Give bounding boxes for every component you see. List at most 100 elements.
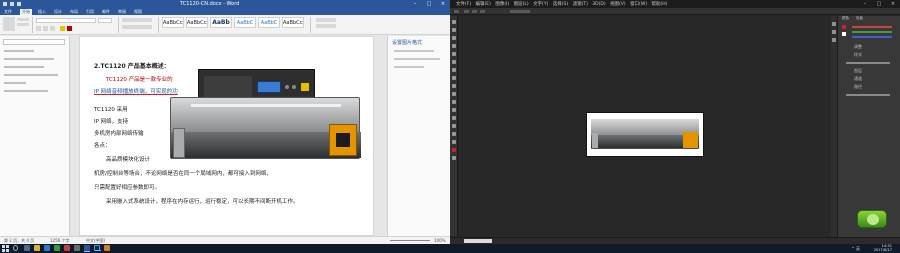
nav-search-input[interactable]	[3, 39, 65, 45]
ps-menu-item[interactable]: 图层(L)	[514, 2, 533, 7]
minimize-button[interactable]: –	[408, 0, 422, 8]
windows-start-icon[interactable]	[2, 245, 9, 252]
ps-maximize-button[interactable]: □	[872, 0, 886, 8]
color-slider[interactable]	[852, 26, 892, 28]
underline-icon[interactable]	[50, 26, 55, 31]
character-panel-icon[interactable]	[832, 38, 836, 42]
font-name-select[interactable]	[36, 18, 96, 23]
lasso-tool-icon[interactable]	[452, 36, 456, 40]
crop-tool-icon[interactable]	[452, 52, 456, 56]
paste-button[interactable]	[3, 17, 15, 31]
document-area[interactable]: 2.TC1120 产品基本概述： TC1120 产品是一款专业的 IP 网络音频…	[71, 36, 387, 236]
save-icon[interactable]	[3, 2, 7, 6]
color-slider[interactable]	[852, 31, 892, 33]
blur-tool-icon[interactable]	[452, 116, 456, 120]
style-heading-2[interactable]: AaBbC	[234, 17, 256, 28]
bold-icon[interactable]	[36, 26, 41, 31]
stamp-tool-icon[interactable]	[452, 84, 456, 88]
app-icon[interactable]	[54, 245, 60, 251]
panel-label[interactable]: 通道	[854, 76, 862, 82]
pen-tool-icon[interactable]	[452, 132, 456, 136]
word-taskbar-icon[interactable]	[84, 245, 90, 252]
swatches-panel-tab[interactable]: 色板	[856, 16, 863, 21]
list-buttons[interactable]	[122, 18, 152, 22]
option-icon[interactable]	[464, 10, 469, 13]
ps-menu-item[interactable]: 视图(V)	[610, 2, 630, 7]
maximize-button[interactable]: □	[422, 0, 436, 8]
cut-icon[interactable]	[17, 18, 29, 21]
zoom-level[interactable]: 100%	[434, 238, 445, 243]
text-tool-icon[interactable]	[452, 140, 456, 144]
align-buttons[interactable]	[122, 25, 152, 29]
font-color-icon[interactable]	[67, 26, 72, 31]
edge-icon[interactable]	[44, 245, 50, 251]
style-no-spacing[interactable]: AaBbCcDd	[186, 17, 208, 28]
style-subtitle[interactable]: AaBbCcD	[282, 17, 304, 28]
quick-select-tool-icon[interactable]	[452, 44, 456, 48]
style-title[interactable]: AaBbC	[258, 17, 280, 28]
font-size-select[interactable]	[98, 18, 112, 23]
color-panel-tab[interactable]: 颜色	[842, 16, 849, 21]
ps-menu-item[interactable]: 编辑(E)	[476, 2, 496, 7]
dodge-tool-icon[interactable]	[452, 124, 456, 128]
ps-close-button[interactable]: ×	[886, 0, 900, 8]
gradient-tool-icon[interactable]	[452, 108, 456, 112]
brush-tool-icon[interactable]	[452, 76, 456, 80]
foreground-color-icon[interactable]	[452, 148, 456, 152]
style-heading-1[interactable]: AaBb	[210, 17, 232, 28]
option-icon[interactable]	[480, 10, 485, 13]
swatch[interactable]	[842, 25, 846, 29]
color-slider[interactable]	[852, 36, 892, 38]
ps-menu-item[interactable]: 图像(I)	[495, 2, 513, 7]
panel-label[interactable]: 调整	[854, 44, 862, 50]
marquee-tool-icon[interactable]	[452, 28, 456, 32]
italic-icon[interactable]	[43, 26, 48, 31]
copy-icon[interactable]	[17, 23, 29, 26]
style-normal[interactable]: AaBbCcDd	[162, 17, 184, 28]
app-badge-icon[interactable]	[857, 210, 887, 228]
panel-label[interactable]: 路径	[854, 84, 862, 90]
ps-menu-item[interactable]: 文件(F)	[456, 2, 476, 7]
panel-label[interactable]: 图层	[854, 68, 862, 74]
ps-menu-item[interactable]: 帮助(H)	[651, 2, 667, 7]
eyedropper-tool-icon[interactable]	[452, 60, 456, 64]
eraser-tool-icon[interactable]	[452, 100, 456, 104]
close-button[interactable]: ×	[436, 0, 450, 8]
zoom-slider[interactable]	[390, 240, 430, 241]
ps-menu-bar[interactable]: 文件(F) 编辑(E) 图像(I) 图层(L) 文字(Y) 选择(S) 滤镜(T…	[456, 1, 667, 7]
ps-minimize-button[interactable]: –	[858, 0, 872, 8]
ps-menu-item[interactable]: 3D(D)	[592, 2, 610, 7]
find-button[interactable]	[316, 18, 336, 22]
ps-menu-item[interactable]: 文字(Y)	[533, 2, 553, 7]
ps-menu-item[interactable]: 滤镜(T)	[573, 2, 593, 7]
document-page[interactable]: 2.TC1120 产品基本概述： TC1120 产品是一款专业的 IP 网络音频…	[79, 36, 374, 236]
app-icon[interactable]	[74, 245, 80, 251]
app-icon[interactable]	[64, 245, 70, 251]
system-tray[interactable]: ^ 英	[851, 246, 860, 252]
product-image-slim[interactable]	[170, 97, 361, 159]
history-brush-icon[interactable]	[452, 92, 456, 96]
photoshop-taskbar-icon[interactable]	[94, 245, 101, 251]
highlight-icon[interactable]	[60, 26, 65, 31]
redo-icon[interactable]	[17, 2, 21, 6]
file-explorer-icon[interactable]	[34, 245, 40, 251]
option-field[interactable]	[510, 10, 530, 13]
properties-panel-icon[interactable]	[832, 30, 836, 34]
task-view-icon[interactable]	[24, 245, 30, 251]
option-icon[interactable]	[472, 10, 477, 13]
ps-canvas-area[interactable]	[459, 16, 837, 237]
history-panel-icon[interactable]	[832, 22, 836, 26]
swatch[interactable]	[842, 32, 846, 36]
app-icon[interactable]	[104, 245, 110, 251]
healing-tool-icon[interactable]	[452, 68, 456, 72]
ps-menu-item[interactable]: 选择(S)	[553, 2, 573, 7]
tool-preset-icon[interactable]	[454, 10, 459, 13]
replace-button[interactable]	[316, 24, 336, 28]
ps-menu-item[interactable]: 窗口(W)	[630, 2, 651, 7]
hand-tool-icon[interactable]	[452, 156, 456, 160]
move-tool-icon[interactable]	[452, 20, 456, 24]
panel-label[interactable]: 样式	[854, 52, 862, 58]
search-icon[interactable]	[13, 245, 18, 251]
ps-document-canvas[interactable]	[586, 112, 704, 157]
undo-icon[interactable]	[10, 2, 14, 6]
